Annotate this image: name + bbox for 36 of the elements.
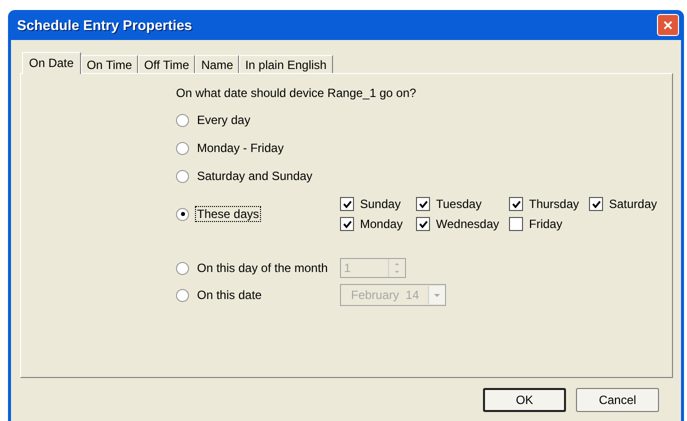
dialog-button[interactable]: Cancel: [576, 388, 659, 412]
checkbox[interactable]: [416, 197, 430, 211]
radio-button[interactable]: [176, 170, 189, 182]
checkbox[interactable]: [509, 197, 523, 211]
day-label: Friday: [529, 217, 562, 231]
day-label: Monday: [360, 217, 403, 231]
close-button[interactable]: ✕: [657, 14, 679, 36]
radio-button[interactable]: [176, 142, 189, 154]
tab[interactable]: On Time: [80, 55, 138, 73]
checkbox[interactable]: [509, 217, 523, 231]
tab[interactable]: In plain English: [239, 55, 333, 73]
tab[interactable]: Off Time: [138, 55, 196, 73]
checkbox[interactable]: [589, 197, 603, 211]
date-value: February 14: [351, 288, 420, 302]
day-label: Tuesday: [436, 197, 482, 211]
checkbox[interactable]: [340, 217, 354, 231]
question-text: On what date should device Range_1 go on?: [176, 86, 418, 100]
window-title: Schedule Entry Properties: [17, 17, 192, 33]
radio-button[interactable]: [176, 208, 189, 220]
radio-label: On this day of the month: [196, 261, 329, 275]
radio-button[interactable]: [176, 114, 189, 126]
dialog-button[interactable]: OK: [483, 388, 566, 412]
radio-label: On this date: [196, 288, 263, 302]
checkbox[interactable]: [416, 217, 430, 231]
spinner-value: 1: [343, 260, 352, 277]
day-label: Wednesday: [436, 217, 500, 231]
day-label: Saturday: [609, 197, 658, 211]
radio-label: Saturday and Sunday: [196, 169, 314, 183]
day-label: Thursday: [529, 197, 580, 211]
radio-label: Every day: [196, 113, 252, 127]
tab[interactable]: On Date: [22, 52, 81, 74]
tab[interactable]: Name: [195, 55, 240, 73]
day-label: Sunday: [360, 197, 401, 211]
radio-label: These days: [196, 207, 260, 221]
radio-label: Monday - Friday: [196, 141, 285, 155]
checkbox[interactable]: [340, 197, 354, 211]
